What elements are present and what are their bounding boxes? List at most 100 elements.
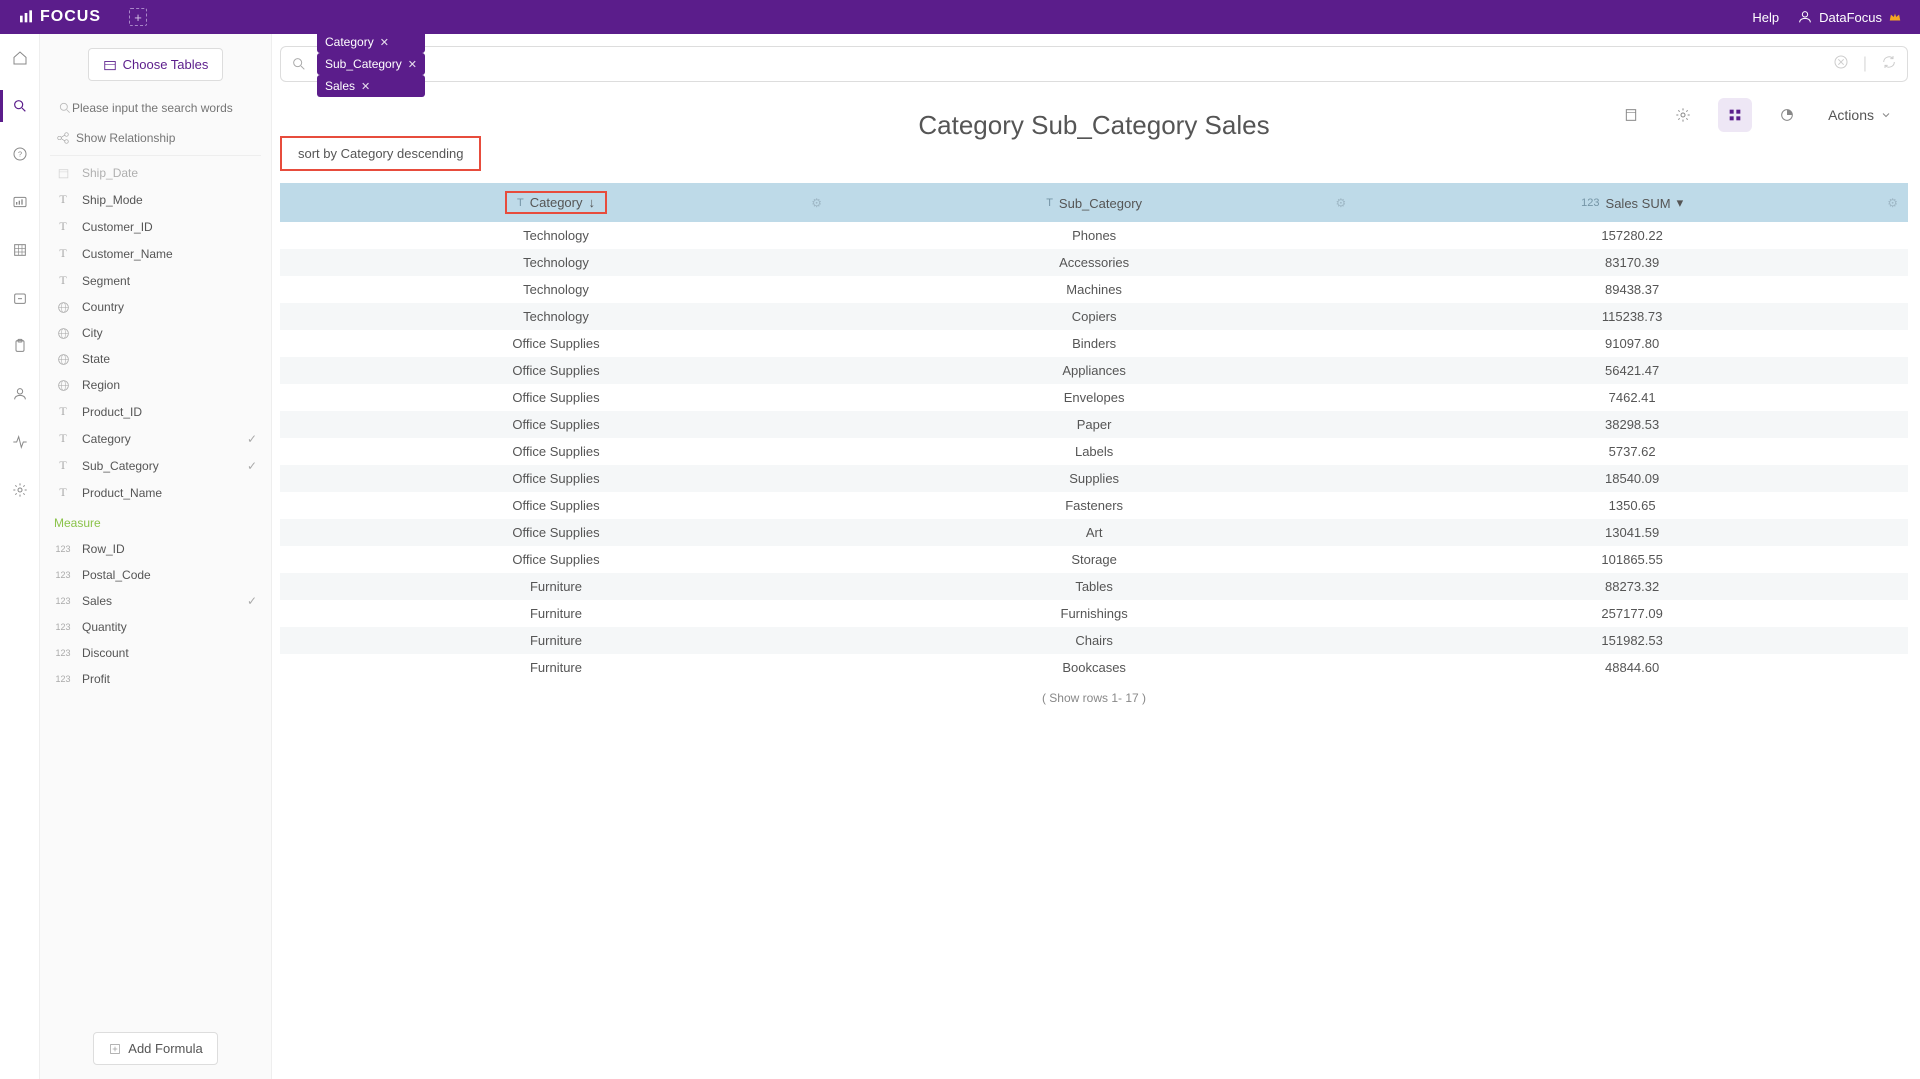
- table-row[interactable]: Office SuppliesSupplies18540.09: [280, 465, 1908, 492]
- rail-grid[interactable]: [8, 238, 32, 262]
- user-icon: [1797, 9, 1813, 25]
- dimension-field[interactable]: Country: [50, 294, 261, 320]
- choose-tables-button[interactable]: Choose Tables: [88, 48, 224, 81]
- show-relationship-label: Show Relationship: [76, 131, 175, 145]
- column-menu-button[interactable]: ⚙: [1887, 196, 1898, 210]
- table-cell: Office Supplies: [280, 519, 832, 546]
- measure-field[interactable]: 123Postal_Code: [50, 562, 261, 588]
- logo-text: FOCUS: [40, 8, 101, 26]
- logo: FOCUS: [18, 8, 101, 26]
- dimension-field[interactable]: Region: [50, 372, 261, 398]
- field-label: Customer_Name: [82, 247, 173, 261]
- querybar[interactable]: Category✕Sub_Category✕Sales✕ |: [280, 46, 1908, 82]
- field-label: Category: [82, 432, 131, 446]
- field-type-icon: 123: [54, 674, 72, 684]
- rail-archive[interactable]: [8, 286, 32, 310]
- rail-home[interactable]: [8, 46, 32, 70]
- rail-dashboard[interactable]: [8, 190, 32, 214]
- chip-remove[interactable]: ✕: [408, 58, 417, 71]
- user-menu[interactable]: DataFocus: [1797, 9, 1902, 25]
- dimension-field[interactable]: TSub_Category✓: [50, 452, 261, 479]
- field-type-icon: 123: [54, 570, 72, 580]
- table-cell: 83170.39: [1356, 249, 1908, 276]
- table-row[interactable]: Office SuppliesAppliances56421.47: [280, 357, 1908, 384]
- column-menu-button[interactable]: ⚙: [811, 196, 822, 210]
- table-row[interactable]: FurnitureBookcases48844.60: [280, 654, 1908, 681]
- sort-desc-icon: ↓: [588, 195, 595, 210]
- measure-field[interactable]: 123Row_ID: [50, 536, 261, 562]
- help-link[interactable]: Help: [1752, 10, 1779, 25]
- rail-clipboard[interactable]: [8, 334, 32, 358]
- table-row[interactable]: Office SuppliesEnvelopes7462.41: [280, 384, 1908, 411]
- table-row[interactable]: Office SuppliesFasteners1350.65: [280, 492, 1908, 519]
- table-row[interactable]: TechnologyAccessories83170.39: [280, 249, 1908, 276]
- table-cell: Supplies: [832, 465, 1356, 492]
- field-type-icon: 123: [54, 596, 72, 606]
- grid-view-button[interactable]: [1718, 98, 1752, 132]
- query-chip[interactable]: Sub_Category✕: [317, 53, 425, 75]
- show-relationship-toggle[interactable]: Show Relationship: [50, 121, 261, 156]
- dimension-field[interactable]: TProduct_ID: [50, 398, 261, 425]
- table-row[interactable]: FurnitureChairs151982.53: [280, 627, 1908, 654]
- dimension-field[interactable]: TProduct_Name: [50, 479, 261, 506]
- add-formula-button[interactable]: Add Formula: [93, 1032, 217, 1065]
- rail-search[interactable]: [8, 94, 32, 118]
- column-header[interactable]: TSub_Category⚙: [832, 183, 1356, 222]
- table-row[interactable]: TechnologyMachines89438.37: [280, 276, 1908, 303]
- dimension-field[interactable]: TCustomer_Name: [50, 240, 261, 267]
- clear-icon: [1833, 54, 1849, 70]
- rail-activity[interactable]: [8, 430, 32, 454]
- dimension-field[interactable]: State: [50, 346, 261, 372]
- column-header[interactable]: 123Sales SUM▾⚙: [1356, 183, 1908, 222]
- table-cell: Bookcases: [832, 654, 1356, 681]
- field-label: City: [82, 326, 103, 340]
- table-cell: Office Supplies: [280, 384, 832, 411]
- query-clear-button[interactable]: [1833, 54, 1849, 75]
- query-refresh-button[interactable]: [1881, 54, 1897, 75]
- logo-icon: [18, 9, 34, 25]
- dimension-field[interactable]: TShip_Mode: [50, 186, 261, 213]
- column-menu-button[interactable]: ⚙: [1336, 196, 1347, 210]
- add-tab-button[interactable]: +: [129, 8, 147, 26]
- table-row[interactable]: TechnologyPhones157280.22: [280, 222, 1908, 249]
- dimension-field[interactable]: TSegment: [50, 267, 261, 294]
- field-label: Row_ID: [82, 542, 125, 556]
- measure-field[interactable]: 123Quantity: [50, 614, 261, 640]
- settings-button[interactable]: [1666, 98, 1700, 132]
- dimension-field[interactable]: TCustomer_ID: [50, 213, 261, 240]
- dropdown-icon: ▾: [1677, 195, 1684, 211]
- actions-label: Actions: [1828, 107, 1874, 123]
- table-cell: Accessories: [832, 249, 1356, 276]
- table-row[interactable]: Office SuppliesBinders91097.80: [280, 330, 1908, 357]
- field-search-input[interactable]: [72, 101, 253, 115]
- actions-button[interactable]: Actions: [1822, 103, 1898, 127]
- field-search[interactable]: [50, 95, 261, 121]
- data-table: TCategory↓⚙TSub_Category⚙123Sales SUM▾⚙ …: [280, 183, 1908, 681]
- table-row[interactable]: Office SuppliesPaper38298.53: [280, 411, 1908, 438]
- table-cell: 257177.09: [1356, 600, 1908, 627]
- table-cell: Furnishings: [832, 600, 1356, 627]
- table-row[interactable]: Office SuppliesArt13041.59: [280, 519, 1908, 546]
- rail-help[interactable]: ?: [8, 142, 32, 166]
- table-cell: Phones: [832, 222, 1356, 249]
- query-chip[interactable]: Category✕: [317, 31, 425, 53]
- table-row[interactable]: TechnologyCopiers115238.73: [280, 303, 1908, 330]
- measure-field[interactable]: 123Sales✓: [50, 588, 261, 614]
- measure-field[interactable]: 123Profit: [50, 666, 261, 692]
- chart-type-button[interactable]: [1770, 98, 1804, 132]
- rail-settings[interactable]: [8, 478, 32, 502]
- dimension-field[interactable]: City: [50, 320, 261, 346]
- table-row[interactable]: Office SuppliesStorage101865.55: [280, 546, 1908, 573]
- chip-remove[interactable]: ✕: [380, 36, 389, 49]
- table-cell: 91097.80: [1356, 330, 1908, 357]
- dimension-field[interactable]: TCategory✓: [50, 425, 261, 452]
- table-row[interactable]: FurnitureFurnishings257177.09: [280, 600, 1908, 627]
- measure-field[interactable]: 123Discount: [50, 640, 261, 666]
- pin-button[interactable]: [1614, 98, 1648, 132]
- table-row[interactable]: Office SuppliesLabels5737.62: [280, 438, 1908, 465]
- table-cell: Storage: [832, 546, 1356, 573]
- column-header[interactable]: TCategory↓⚙: [280, 183, 832, 222]
- rail-user[interactable]: [8, 382, 32, 406]
- table-row[interactable]: FurnitureTables88273.32: [280, 573, 1908, 600]
- dimension-field[interactable]: Ship_Date: [50, 160, 261, 186]
